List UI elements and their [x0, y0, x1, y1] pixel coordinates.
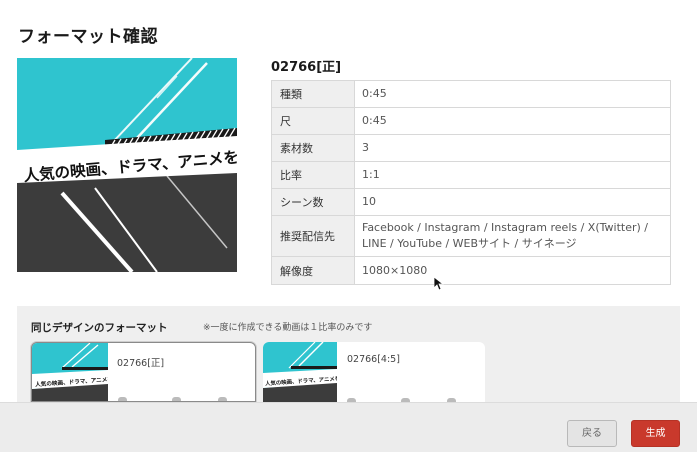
footer-bar: 戻る 生成 — [0, 402, 697, 452]
format-card-thumbnail: 人気の映画、ドラマ、アニメを — [263, 342, 337, 402]
create-button[interactable]: 生成 — [631, 420, 680, 447]
card-option-marker — [218, 397, 227, 401]
spec-row-resolution: 解像度 1080×1080 — [271, 256, 671, 285]
format-card-selected[interactable]: 人気の映画、ドラマ、アニメを 02766[正] — [31, 342, 256, 402]
format-card-id: 02766[4:5] — [347, 354, 400, 365]
spec-row-destination: 推奨配信先 Facebook / Instagram / Instagram re… — [271, 215, 671, 257]
back-button[interactable]: 戻る — [567, 420, 617, 447]
same-design-title: 同じデザインのフォーマット — [31, 322, 168, 334]
spec-row-scene-count: シーン数 10 — [271, 188, 671, 216]
mouse-cursor-icon — [433, 276, 445, 295]
page-title: フォーマット確認 — [18, 27, 158, 47]
format-card[interactable]: 人気の映画、ドラマ、アニメを 02766[4:5] — [263, 342, 485, 402]
format-card-thumbnail: 人気の映画、ドラマ、アニメを — [32, 343, 108, 401]
same-design-note: ※一度に作成できる動画は１比率のみです — [203, 323, 373, 333]
spec-row-ratio: 比率 1:1 — [271, 161, 671, 189]
card-option-marker — [172, 397, 181, 401]
format-spec-table: 種類 0:45 尺 0:45 素材数 3 比率 1:1 シーン数 10 推奨配信先 Face… — [271, 80, 671, 285]
format-card-id: 02766[正] — [117, 358, 165, 369]
spec-row-length: 尺 0:45 — [271, 107, 671, 135]
format-id: 02766[正] — [271, 60, 342, 75]
spec-row-type: 種類 0:45 — [271, 80, 671, 108]
format-preview-image: 人気の映画、ドラマ、アニメを — [17, 58, 237, 272]
spec-row-material-count: 素材数 3 — [271, 134, 671, 162]
same-design-section: 同じデザインのフォーマット ※一度に作成できる動画は１比率のみです 人気の映画、… — [17, 306, 680, 402]
card-option-marker — [118, 397, 127, 401]
